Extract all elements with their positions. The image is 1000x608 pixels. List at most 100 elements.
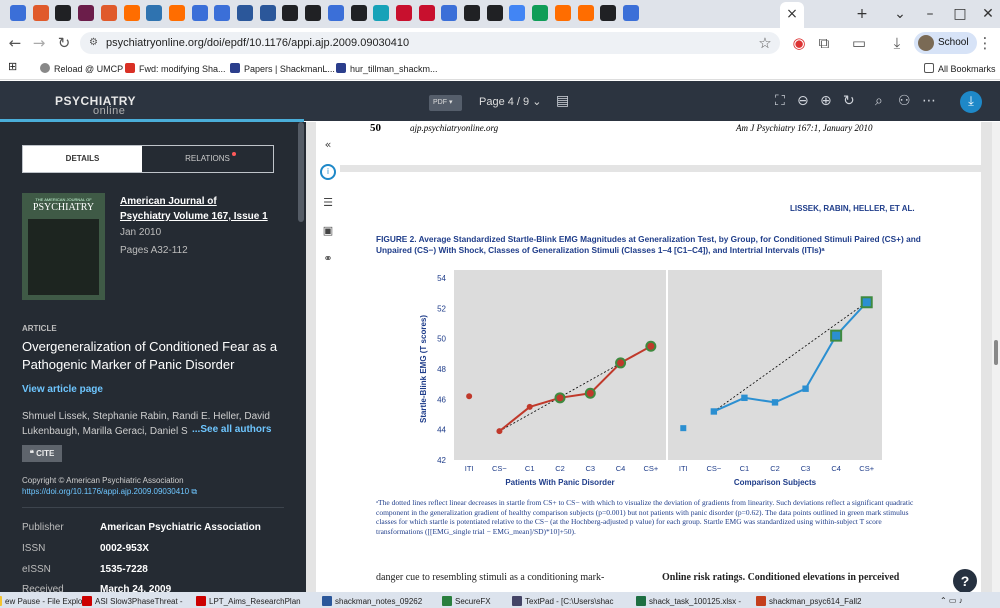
image-icon[interactable]: ▣ [316, 224, 340, 237]
browser-tab-favicon-icon[interactable] [327, 5, 344, 21]
taskbar-item[interactable]: SecureFX [442, 596, 491, 606]
browser-tab-favicon-icon[interactable] [418, 5, 435, 21]
link-icon[interactable]: ⚭ [316, 252, 340, 265]
browser-tab-favicon-icon[interactable] [350, 5, 367, 21]
taskbar-label: LPT_Aims_ResearchPlan [209, 597, 301, 606]
bookmark-1[interactable]: Fwd: modifying Sha... [125, 63, 226, 74]
cite-button[interactable]: ❝ CITE [22, 445, 62, 462]
search-icon[interactable]: ⌕ [875, 93, 883, 109]
browser-tab-favicon-icon[interactable] [78, 5, 95, 21]
data-point [862, 298, 871, 307]
close-icon[interactable]: × [782, 6, 802, 22]
minimize-icon[interactable]: – [920, 6, 940, 22]
sidebar-scrollbar[interactable] [298, 122, 304, 222]
back-icon[interactable]: ← [6, 34, 24, 52]
browser-tab-favicon-icon[interactable] [55, 5, 72, 21]
profile-button[interactable]: School [914, 32, 977, 54]
all-bookmarks[interactable]: All Bookmarks [924, 63, 996, 74]
browser-tab-favicon-icon[interactable] [395, 5, 412, 21]
plus-icon[interactable]: + [852, 6, 872, 22]
folder-icon [924, 63, 934, 73]
taskbar-item[interactable]: shack_task_100125.xlsx - [636, 596, 741, 606]
article-title: Overgeneralization of Conditioned Fear a… [22, 339, 278, 372]
bookmark-label: hur_tillman_shackm... [350, 64, 438, 74]
journal-cover[interactable]: THE AMERICAN JOURNAL OF PSYCHIATRY [22, 193, 105, 300]
browser-tab-favicon-icon[interactable] [305, 5, 322, 21]
x-tick-label: C3 [585, 464, 595, 473]
journal-title-link[interactable]: American Journal of Psychiatry Volume 16… [120, 194, 270, 224]
add-user-icon[interactable]: ⚇ [898, 93, 911, 109]
browser-tab-favicon-icon[interactable] [237, 5, 253, 21]
see-all-authors-link[interactable]: ...See all authors [192, 424, 271, 435]
bookmark-star-icon[interactable]: ☆ [756, 34, 774, 52]
body-text-left: danger cue to resembling stimuli as a co… [376, 572, 605, 583]
bookmark-2[interactable]: Papers | ShackmanL... [230, 63, 335, 74]
taskbar-item[interactable]: shackman_notes_09262 [322, 596, 422, 606]
system-tray-icon[interactable]: ⌃ ▭ ♪ [940, 596, 963, 605]
browser-tab-favicon-icon[interactable] [509, 5, 526, 21]
tab-relations[interactable]: RELATIONS [142, 146, 273, 172]
browser-tab-favicon-icon[interactable] [259, 5, 276, 21]
browser-tab-favicon-icon[interactable] [146, 5, 163, 21]
download-pdf-button[interactable]: ⤓ [960, 91, 982, 113]
url-field[interactable]: ⚙ psychiatryonline.org/doi/epdf/10.1176/… [80, 32, 780, 54]
browser-tab-favicon-icon[interactable] [600, 5, 617, 21]
taskbar-item[interactable]: TextPad - [C:\Users\shac [512, 596, 613, 606]
maximize-icon[interactable]: □ [950, 6, 970, 22]
tab-details[interactable]: DETAILS [23, 146, 142, 172]
bookmark-3[interactable]: hur_tillman_shackm... [336, 63, 438, 74]
chevron-down-icon[interactable]: ⌄ [890, 6, 910, 22]
browser-tab-favicon-icon[interactable] [373, 5, 390, 21]
zoom-in-icon[interactable]: ⊕ [820, 93, 832, 109]
info-icon[interactable]: i [320, 164, 336, 180]
reload-icon[interactable]: ↻ [55, 34, 73, 52]
close-icon[interactable]: ✕ [978, 6, 998, 22]
viewer-scrollbar[interactable] [992, 122, 1000, 592]
list-icon[interactable]: ☰ [316, 196, 340, 209]
rotate-icon[interactable]: ↻ [843, 93, 855, 109]
site-info-icon[interactable]: ⚙ [89, 32, 98, 54]
fullscreen-icon[interactable]: ⛶ [775, 93, 785, 109]
browser-tab-favicon-icon[interactable] [532, 5, 549, 21]
taskbar-item[interactable]: shackman_psyc614_Fall2 [756, 596, 862, 606]
help-button[interactable]: ? [953, 569, 977, 593]
view-article-link[interactable]: View article page [22, 384, 103, 395]
x-tick-label: CS− [492, 464, 507, 473]
bookmark-0[interactable]: Reload @ UMCP [40, 63, 123, 74]
forward-icon[interactable]: → [30, 34, 48, 52]
data-point [832, 331, 841, 340]
extensions-puzzle-icon[interactable]: ⧉ [815, 34, 833, 52]
scroll-thumb[interactable] [994, 340, 998, 365]
page-indicator[interactable]: Page 4 / 9 ⌄ [479, 95, 541, 108]
browser-tab-favicon-icon[interactable] [282, 5, 299, 21]
browser-tab-favicon-icon[interactable] [554, 5, 571, 21]
more-icon[interactable]: ⋯ [922, 93, 936, 109]
browser-tab-favicon-icon[interactable] [10, 5, 26, 21]
collapse-icon[interactable]: « [316, 138, 340, 151]
browser-tab-favicon-icon[interactable] [123, 5, 140, 21]
zoom-out-icon[interactable]: ⊖ [797, 93, 809, 109]
browser-tab-favicon-icon[interactable] [486, 5, 503, 21]
browser-tab-favicon-icon[interactable] [577, 5, 594, 21]
taskbar-item[interactable]: LPT_Aims_ResearchPlan [196, 596, 301, 606]
pdf-format-select[interactable]: PDF ▾ [429, 95, 462, 111]
taskbar-item[interactable]: ew Pause - File Explor [0, 596, 85, 606]
download-icon[interactable]: ⤓ [888, 34, 906, 52]
apps-grid-icon[interactable]: ⊞ [8, 60, 17, 73]
browser-tab-favicon-icon[interactable] [191, 5, 208, 21]
browser-tab-favicon-icon[interactable] [168, 5, 185, 21]
meta-key: ISSN [22, 543, 46, 554]
taskbar-item[interactable]: ASI Slow3PhaseThreat - [82, 596, 183, 606]
browser-tab-favicon-icon[interactable] [441, 5, 458, 21]
cast-icon[interactable]: ▭ [850, 34, 868, 52]
browser-tab-favicon-icon[interactable] [622, 5, 639, 21]
extension-icon[interactable]: ◉ [790, 34, 808, 52]
doi-link[interactable]: https://doi.org/10.1176/appi.ajp.2009.09… [22, 487, 197, 497]
taskbar-label: ASI Slow3PhaseThreat - [95, 597, 183, 606]
browser-tab-favicon-icon[interactable] [100, 5, 117, 21]
browser-tab-favicon-icon[interactable] [32, 5, 49, 21]
browser-tab-favicon-icon[interactable] [214, 5, 231, 21]
browser-tab-favicon-icon[interactable] [464, 5, 480, 21]
document-icon[interactable]: ▤ [556, 93, 569, 109]
menu-kebab-icon[interactable]: ⋮ [976, 34, 994, 52]
